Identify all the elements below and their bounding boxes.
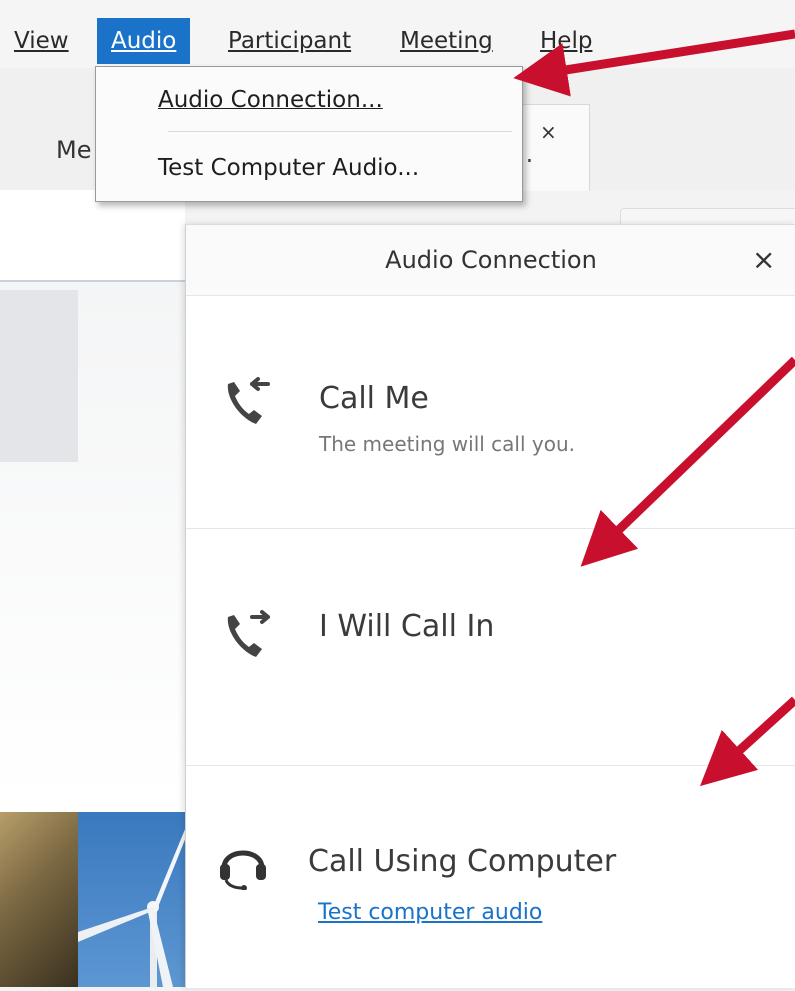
phone-outgoing-icon: [227, 610, 270, 657]
left-gray-block: [0, 290, 78, 462]
menu-meeting[interactable]: Meeting: [390, 18, 503, 64]
headset-icon: [220, 850, 266, 890]
call-in-title: I Will Call In: [319, 609, 495, 644]
call-using-computer-title: Call Using Computer: [308, 844, 617, 879]
menu-participant-label: Participant: [228, 28, 352, 54]
option-call-in[interactable]: I Will Call In: [186, 529, 795, 766]
tab-close-icon[interactable]: ×: [540, 120, 557, 144]
close-icon[interactable]: ×: [752, 243, 775, 276]
menu-item-test-computer-audio-label: Test Computer Audio...: [158, 155, 420, 181]
menu-meeting-label: Meeting: [400, 28, 493, 54]
menu-audio[interactable]: Audio: [97, 18, 191, 64]
menu-item-audio-connection[interactable]: Audio Connection...: [158, 87, 383, 113]
audio-dropdown-menu: Audio Connection... Test Computer Audio.…: [95, 66, 523, 202]
menu-bar: View Audio Participant Meeting Help: [0, 0, 795, 69]
menu-help-label: Help: [540, 28, 593, 54]
option-call-me[interactable]: Call Me The meeting will call you.: [186, 296, 795, 529]
tab-meeting-partial[interactable]: Me: [56, 136, 91, 164]
panel-title: Audio Connection: [186, 225, 795, 296]
call-me-title: Call Me: [319, 381, 429, 416]
menu-item-audio-connection-label: Audio Connection...: [158, 87, 383, 113]
menu-item-test-computer-audio[interactable]: Test Computer Audio...: [158, 155, 419, 181]
menu-view[interactable]: View: [4, 18, 79, 64]
test-computer-audio-link[interactable]: Test computer audio: [318, 900, 542, 925]
phone-incoming-icon: [227, 377, 270, 424]
audio-connection-panel: Audio Connection × Call Me The meeting w…: [185, 224, 795, 988]
call-me-description: The meeting will call you.: [319, 432, 575, 456]
menu-view-label: View: [14, 28, 69, 54]
option-call-using-computer[interactable]: Call Using Computer Test computer audio: [186, 766, 795, 988]
left-divider: [0, 280, 185, 282]
wind-turbine-graphic: [78, 822, 188, 987]
menu-help[interactable]: Help: [530, 18, 602, 64]
menu-audio-label: Audio: [111, 28, 177, 54]
menu-participant[interactable]: Participant: [218, 18, 361, 64]
menu-separator: [168, 131, 512, 132]
thumbnail-wind-turbine: [78, 812, 188, 987]
thumbnail-photo: [0, 812, 78, 987]
